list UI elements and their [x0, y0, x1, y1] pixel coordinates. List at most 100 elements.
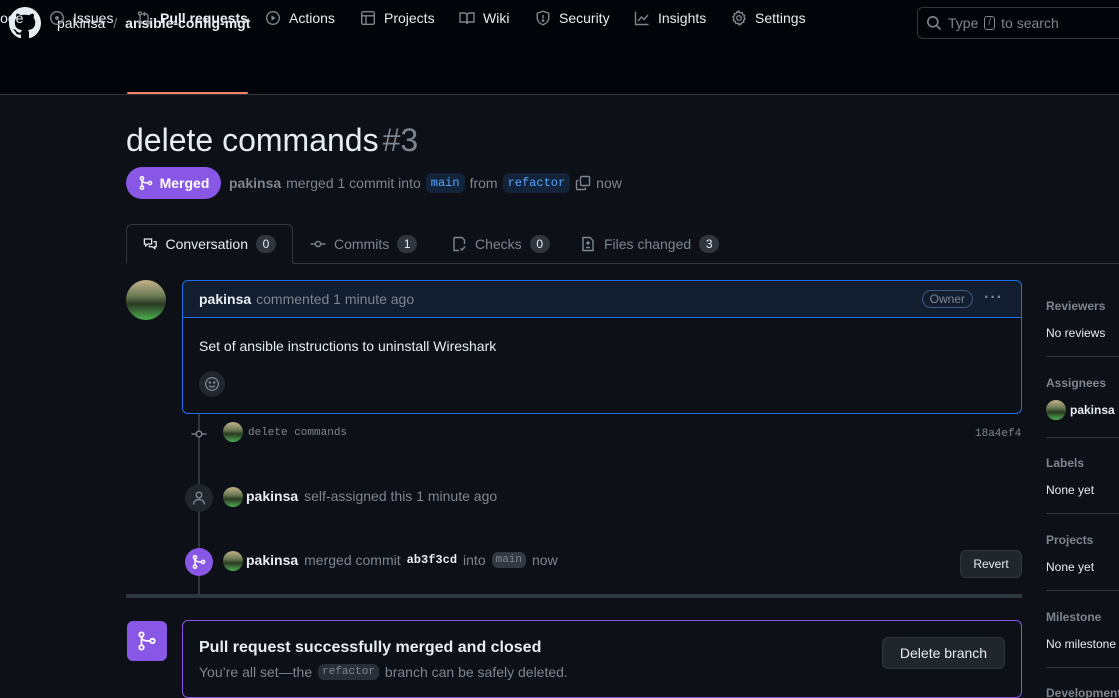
sidebar-label: Projects	[1046, 533, 1094, 547]
merge-badge	[185, 548, 213, 576]
checklist-icon	[453, 236, 466, 252]
merge-base-branch[interactable]: main	[491, 552, 527, 568]
comment-discussion-icon	[143, 238, 157, 250]
avatar[interactable]	[223, 487, 243, 507]
search-icon	[927, 16, 942, 31]
meta-verb: merged 1 commit into	[286, 175, 421, 191]
sidebar-divider	[1046, 667, 1119, 668]
tab-security[interactable]: Security	[535, 6, 610, 30]
merge-time: now	[532, 552, 558, 568]
tab-label: Conversation	[165, 236, 249, 252]
merge-into: into	[463, 552, 486, 568]
merge-user-link[interactable]: pakinsa	[246, 552, 298, 568]
avatar[interactable]	[223, 551, 243, 571]
sidebar-development[interactable]: Development	[1046, 686, 1119, 698]
merge-status-title: Pull request successfully merged and clo…	[199, 639, 542, 656]
shield-icon	[536, 10, 550, 26]
sidebar-divider	[1046, 356, 1119, 357]
tab-commits[interactable]: Commits 1	[310, 224, 418, 264]
comment-action: commented 1 minute ago	[256, 291, 415, 307]
sidebar-projects[interactable]: Projects None yet	[1046, 533, 1119, 574]
nav-label: Wiki	[483, 10, 510, 26]
sidebar-label: Development	[1046, 686, 1119, 698]
meta-author-link[interactable]: pakinsa	[229, 175, 281, 191]
sidebar-value: No milestone	[1046, 637, 1117, 651]
sidebar-divider	[1046, 513, 1119, 514]
nav-label: Projects	[384, 10, 435, 26]
tab-label: Checks	[475, 236, 522, 252]
assign-text: self-assigned this 1 minute ago	[304, 488, 498, 504]
merge-icon	[192, 554, 206, 570]
commit-icon	[310, 240, 326, 248]
commit-icon	[191, 430, 207, 438]
commit-message-link[interactable]: delete commands	[248, 427, 347, 439]
assignee-name: pakinsa	[1070, 403, 1115, 417]
search-placeholder-suffix: to search	[1001, 15, 1059, 31]
person-icon	[192, 491, 206, 505]
tab-label: Commits	[334, 236, 390, 252]
tab-conversation[interactable]: Conversation 0	[126, 224, 293, 264]
table-icon	[361, 11, 376, 26]
gear-icon	[731, 10, 747, 26]
file-diff-icon	[582, 236, 594, 252]
assign-event: pakinsa self-assigned this 1 minute ago	[246, 488, 497, 504]
avatar	[1046, 400, 1066, 420]
delete-branch-button[interactable]: Delete branch	[882, 637, 1005, 669]
meta-time: now	[596, 175, 622, 191]
tab-files-changed[interactable]: Files changed 3	[580, 224, 720, 264]
smiley-icon	[205, 377, 219, 391]
sidebar-labels[interactable]: Labels None yet	[1046, 456, 1119, 497]
sidebar-assignees[interactable]: Assignees pakinsa	[1046, 376, 1119, 420]
tab-checks[interactable]: Checks 0	[451, 224, 550, 264]
add-reaction-button[interactable]	[199, 371, 225, 397]
revert-button[interactable]: Revert	[960, 550, 1022, 578]
tab-insights[interactable]: Insights	[634, 6, 706, 30]
tab-issues[interactable]: Issues	[49, 6, 113, 30]
sidebar-divider	[1046, 590, 1119, 591]
nav-label: Actions	[289, 10, 335, 26]
app-header: pakinsa / ansible-config-mgt Type / to sea…	[0, 0, 1119, 95]
merge-branch-label: refactor	[318, 664, 379, 680]
merge-event: pakinsa merged commit ab3f3cd into main …	[246, 552, 558, 568]
timeline-end-divider	[126, 594, 1022, 598]
tab-wiki[interactable]: Wiki	[459, 6, 509, 30]
assign-user-link[interactable]: pakinsa	[246, 488, 298, 504]
tab-count: 1	[397, 235, 418, 253]
base-branch-label[interactable]: main	[425, 173, 465, 193]
tab-code[interactable]: Code	[0, 6, 23, 30]
sidebar-label: Milestone	[1046, 610, 1102, 624]
comment-card: pakinsa commented 1 minute ago Owner ···…	[182, 280, 1022, 414]
merge-sub-after: branch can be safely deleted.	[384, 664, 568, 680]
sidebar-milestone[interactable]: Milestone No milestone	[1046, 610, 1119, 651]
page-title: delete commands #3	[126, 122, 418, 159]
sidebar-label: Assignees	[1046, 376, 1107, 390]
copy-icon[interactable]	[575, 175, 591, 191]
comment-author-link[interactable]: pakinsa	[199, 291, 251, 307]
status-badge: Merged	[126, 167, 221, 199]
tab-count: 0	[529, 235, 550, 253]
avatar[interactable]	[223, 422, 243, 442]
search-input[interactable]: Type / to search	[917, 7, 1119, 39]
tab-count: 0	[256, 235, 276, 253]
tab-projects[interactable]: Projects	[360, 6, 435, 30]
book-icon	[459, 12, 475, 25]
sidebar-label: Labels	[1046, 456, 1085, 470]
assignee-row[interactable]: pakinsa	[1046, 400, 1119, 420]
search-placeholder-prefix: Type	[948, 15, 979, 31]
sidebar-value: None yet	[1046, 483, 1095, 497]
head-branch-label[interactable]: refactor	[502, 173, 571, 193]
commit-sha-link[interactable]: 18a4ef4	[975, 428, 1021, 440]
tab-pull-requests[interactable]: Pull requests	[136, 6, 248, 30]
avatar[interactable]	[126, 280, 166, 320]
merge-status-icon	[127, 621, 167, 661]
merge-status-subtitle: You’re all set—the refactor branch can b…	[199, 664, 568, 680]
sidebar-value: No reviews	[1046, 326, 1106, 340]
pr-meta: pakinsa merged 1 commit into main from r…	[229, 172, 622, 194]
merge-sha-link[interactable]: ab3f3cd	[407, 553, 457, 567]
tab-actions[interactable]: Actions	[265, 6, 335, 30]
status-text: Merged	[159, 175, 210, 191]
sidebar-reviewers[interactable]: Reviewers No reviews	[1046, 299, 1119, 340]
merge-sub-before: You’re all set—the	[199, 664, 313, 680]
kebab-menu-icon[interactable]: ···	[984, 289, 1003, 307]
tab-settings[interactable]: Settings	[731, 6, 806, 30]
